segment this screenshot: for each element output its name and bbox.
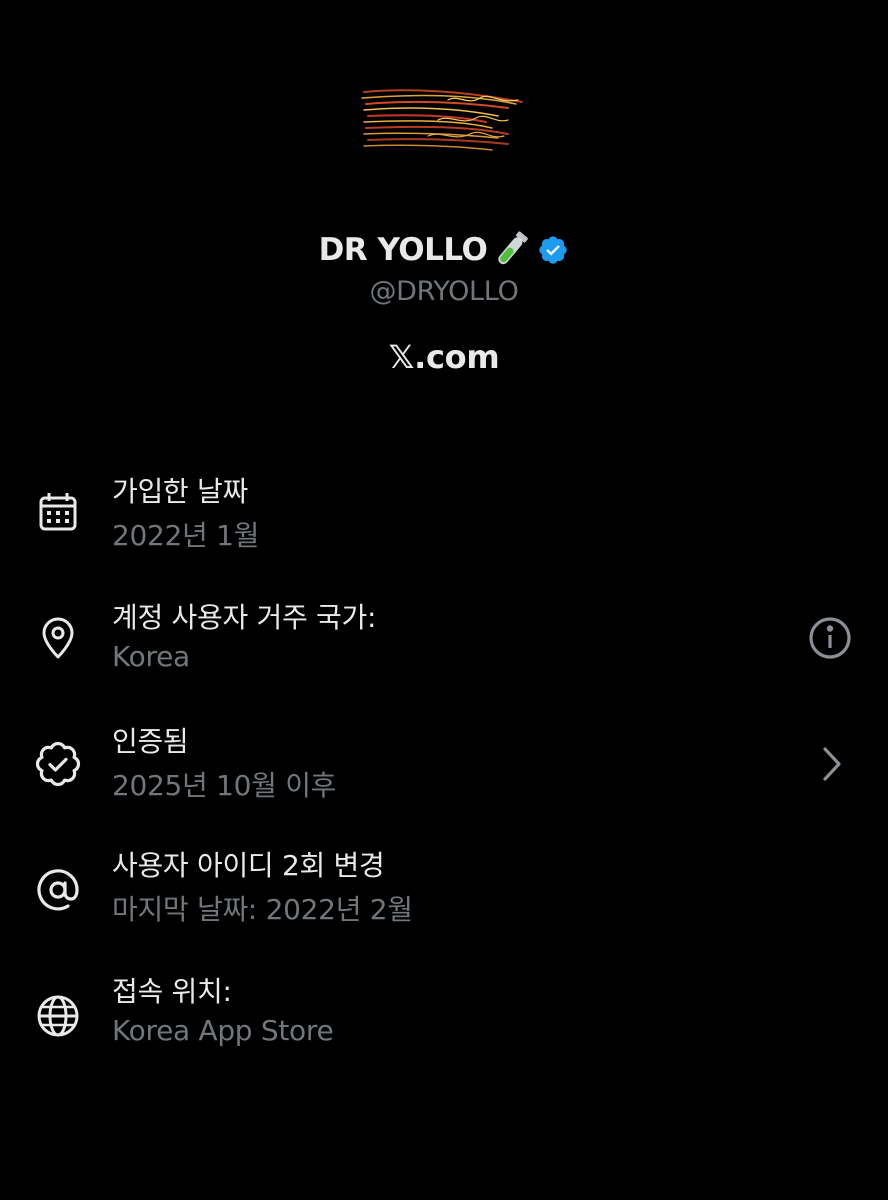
location-pin-icon [34, 614, 82, 662]
profile-name-row: DR YOLLO [0, 226, 888, 274]
info-item-join-date: 가입한 날짜 2022년 1월 [0, 470, 888, 570]
info-title: 접속 위치: [112, 975, 232, 1008]
test-tube-icon [491, 228, 531, 272]
avatar-logo-image [361, 89, 523, 151]
info-subtitle: 2022년 1월 [112, 519, 260, 552]
info-item-country: 계정 사용자 거주 국가: Korea [0, 596, 888, 696]
info-item-connected-via: 접속 위치: Korea App Store [0, 970, 888, 1070]
profile-handle: @DRYOLLO [369, 276, 519, 307]
verified-badge-icon[interactable] [537, 234, 569, 266]
info-title: 계정 사용자 거주 국가: [112, 601, 377, 634]
verified-check-icon [34, 740, 82, 788]
info-title: 사용자 아이디 2회 변경 [112, 849, 385, 882]
info-item-verified[interactable]: 인증됨 2025년 10월 이후 [0, 720, 888, 820]
info-title: 인증됨 [112, 725, 189, 758]
info-subtitle: Korea App Store [112, 1014, 334, 1047]
chevron-right-icon[interactable] [808, 740, 856, 788]
display-name: DR YOLLO [318, 232, 488, 268]
info-subtitle: Korea [112, 640, 190, 673]
calendar-icon [34, 488, 82, 536]
at-sign-icon [34, 866, 82, 914]
profile-source-link[interactable]: 𝕏.com [0, 338, 888, 376]
info-subtitle: 마지막 날짜: 2022년 2월 [112, 893, 413, 926]
info-icon[interactable] [806, 614, 854, 662]
globe-icon [34, 992, 82, 1040]
profile-avatar[interactable] [358, 80, 530, 160]
info-title: 가입한 날짜 [112, 475, 248, 508]
info-subtitle: 2025년 10월 이후 [112, 769, 337, 802]
info-item-username-changes: 사용자 아이디 2회 변경 마지막 날짜: 2022년 2월 [0, 844, 888, 944]
